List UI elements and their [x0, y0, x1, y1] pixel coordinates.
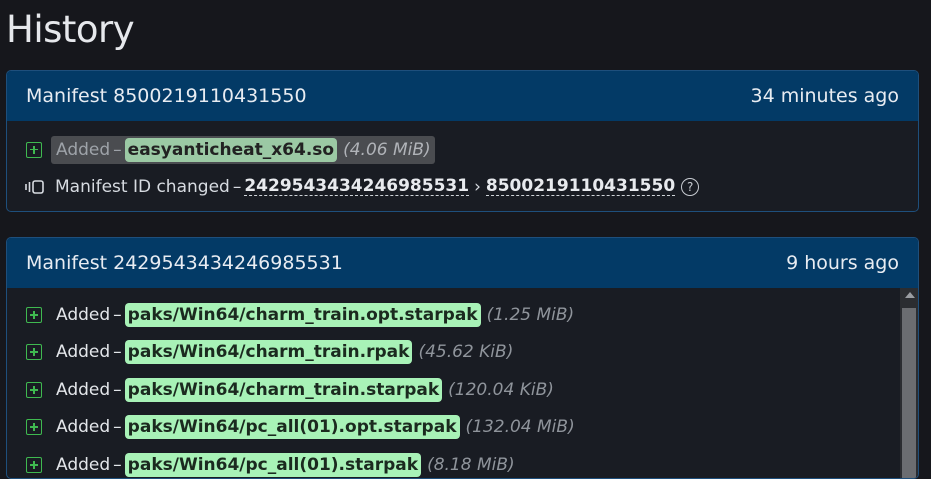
plus-square-icon [26, 344, 42, 361]
change-row-added: Added – paks/Win64/charm_train.starpak (… [26, 371, 918, 409]
file-size: (132.04 MiB) [465, 417, 575, 438]
change-row-added: Added – easyanticheat_x64.so (4.06 MiB) [26, 131, 918, 168]
change-label: Added [56, 304, 111, 325]
file-name[interactable]: paks/Win64/charm_train.opt.starpak [124, 302, 481, 327]
plus-square-icon [26, 381, 42, 398]
swap-icon [25, 179, 44, 194]
manifest-card: Manifest 2429543434246985531 9 hours ago… [6, 237, 919, 479]
scrollbar-thumb[interactable] [902, 308, 916, 478]
new-manifest-id-link[interactable]: 8500219110431550 [485, 177, 676, 196]
manifest-header: Manifest 8500219110431550 34 minutes ago [7, 71, 918, 121]
change-label: Added [56, 139, 111, 160]
change-dash: – [113, 342, 122, 363]
arrow-separator: › [474, 176, 481, 197]
change-row-added: Added – paks/Win64/charm_train.opt.starp… [26, 296, 918, 334]
file-name[interactable]: paks/Win64/pc_all(01).opt.starpak [124, 415, 460, 440]
file-size: (45.62 KiB) [418, 342, 514, 363]
change-highlight: Added – easyanticheat_x64.so (4.06 MiB) [51, 135, 435, 164]
old-manifest-id-link[interactable]: 2429543434246985531 [244, 177, 470, 196]
manifest-changes: Added – easyanticheat_x64.so (4.06 MiB) … [7, 121, 918, 205]
change-label: Added [56, 417, 111, 438]
file-size: (120.04 KiB) [448, 379, 554, 400]
file-name[interactable]: paks/Win64/charm_train.starpak [124, 377, 443, 402]
manifest-time: 34 minutes ago [750, 85, 900, 107]
manifest-title[interactable]: Manifest 2429543434246985531 [26, 252, 343, 274]
change-row-added: Added – paks/Win64/pc_all(01).starpak (8… [26, 446, 918, 478]
page-title: History [6, 8, 135, 51]
file-size: (1.25 MiB) [486, 304, 575, 325]
change-dash: – [113, 139, 122, 160]
change-dash: – [113, 417, 122, 438]
change-label: Added [56, 342, 111, 363]
manifest-title[interactable]: Manifest 8500219110431550 [26, 85, 307, 107]
help-icon[interactable]: ? [681, 177, 700, 196]
change-dash: – [113, 304, 122, 325]
file-name[interactable]: paks/Win64/charm_train.rpak [124, 340, 413, 365]
scrollbar[interactable] [900, 288, 918, 478]
manifest-time: 9 hours ago [786, 252, 899, 274]
change-dash: – [232, 176, 242, 197]
change-label: Manifest ID changed [55, 176, 230, 197]
file-size: (4.06 MiB) [343, 139, 431, 160]
manifest-card: Manifest 8500219110431550 34 minutes ago… [6, 70, 919, 212]
plus-square-icon [26, 141, 42, 158]
change-row-added: Added – paks/Win64/pc_all(01).opt.starpa… [26, 409, 918, 447]
change-row-id-changed: Manifest ID changed – 242954343424698553… [25, 168, 918, 205]
manifest-changes: Added – paks/Win64/charm_train.opt.starp… [7, 288, 918, 478]
change-label: Added [56, 379, 111, 400]
manifest-header: Manifest 2429543434246985531 9 hours ago [7, 238, 918, 288]
change-row-added: Added – paks/Win64/charm_train.rpak (45.… [26, 334, 918, 372]
scroll-up-arrow-icon[interactable] [905, 292, 915, 298]
change-dash: – [113, 379, 122, 400]
plus-square-icon [26, 306, 42, 323]
plus-square-icon [26, 419, 42, 436]
file-name[interactable]: easyanticheat_x64.so [124, 137, 338, 162]
